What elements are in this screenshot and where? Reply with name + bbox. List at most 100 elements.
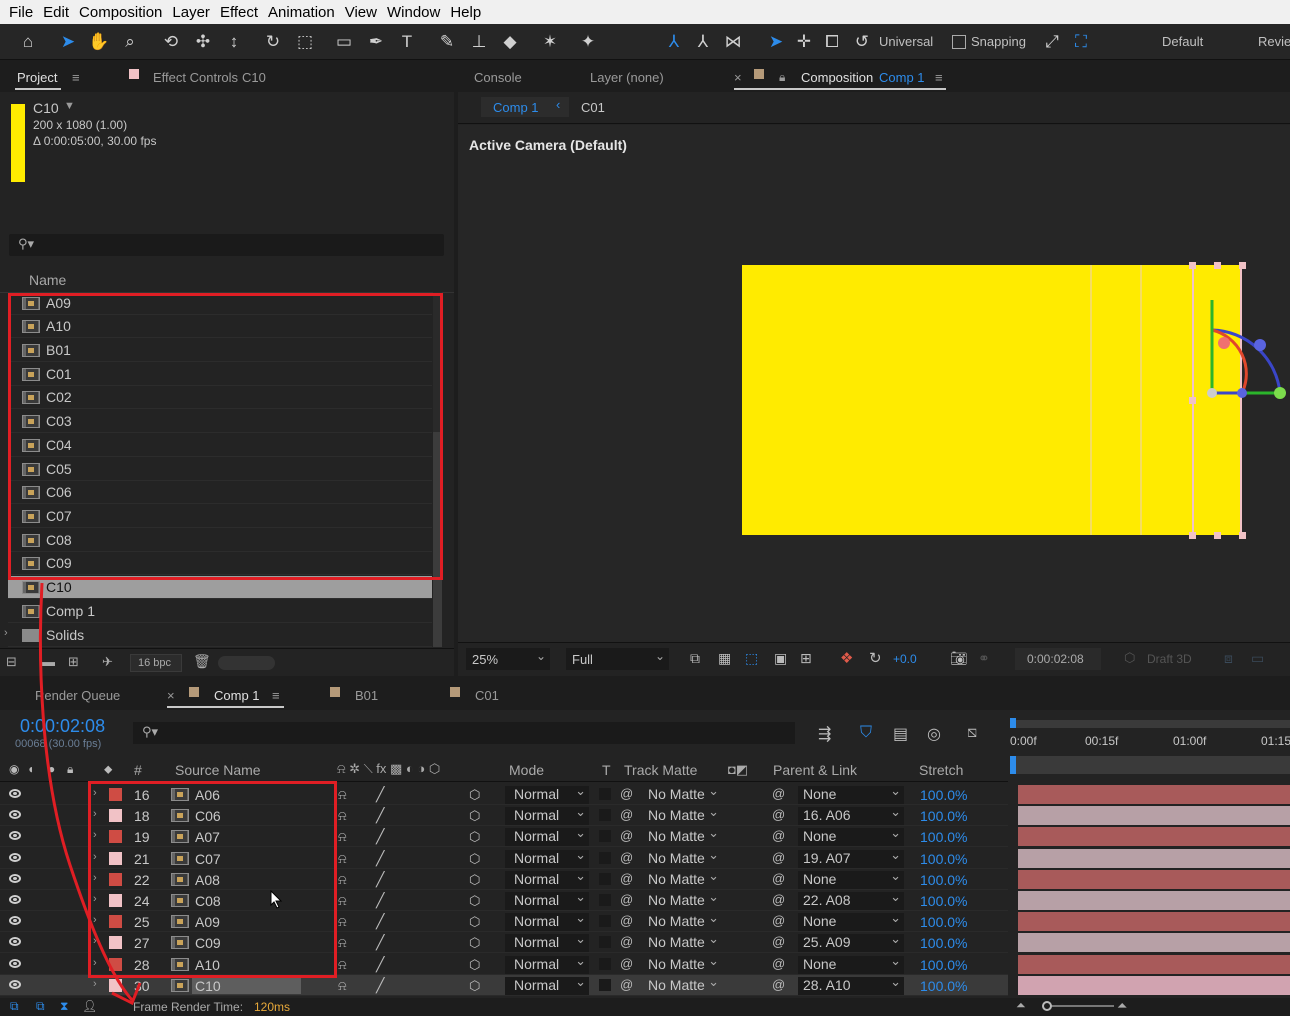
tab-effect-controls[interactable]: Effect Controls xyxy=(153,70,238,85)
tab-c01[interactable]: C01 xyxy=(475,688,499,703)
3d-layer-icon[interactable]: ⬡ xyxy=(469,957,480,973)
matte-pickwhip-icon[interactable]: @ xyxy=(620,977,633,992)
preserve-transparency-toggle[interactable] xyxy=(599,830,611,843)
stretch-value[interactable]: 100.0% xyxy=(920,808,967,824)
mode-dropdown[interactable]: Normal xyxy=(505,889,589,910)
mode-dropdown[interactable]: Normal xyxy=(505,868,589,889)
eye-icon[interactable] xyxy=(9,895,21,904)
lock-icon[interactable]: 🔒︎ xyxy=(779,70,785,85)
pan-behind-icon[interactable]: ⬚ xyxy=(293,30,317,54)
parent-pickwhip-icon[interactable]: @ xyxy=(772,807,785,822)
brush-tool-icon[interactable]: ✎ xyxy=(435,30,459,54)
parent-dropdown[interactable]: None xyxy=(798,868,904,889)
stretch-value[interactable]: 100.0% xyxy=(920,935,967,951)
eraser-tool-icon[interactable]: ◆ xyxy=(498,30,522,54)
stretch-value[interactable]: 100.0% xyxy=(920,957,967,973)
quality-switch-icon[interactable]: ╱ xyxy=(376,956,384,973)
matte-pickwhip-icon[interactable]: @ xyxy=(620,913,633,928)
preserve-transparency-toggle[interactable] xyxy=(599,957,611,970)
rotate-tool-icon[interactable]: ↻ xyxy=(261,30,285,54)
3d-layer-icon[interactable]: ⬡ xyxy=(469,872,480,888)
show-snapshot-icon[interactable]: ⚭ xyxy=(978,650,990,667)
eye-icon[interactable] xyxy=(9,979,21,989)
matte-pickwhip-icon[interactable]: @ xyxy=(620,850,633,865)
menu-layer[interactable]: Layer xyxy=(167,4,215,21)
chevron-right-icon[interactable]: › xyxy=(4,627,8,639)
shy-switch-icon[interactable]: ⍾ xyxy=(338,851,347,867)
mode-dropdown[interactable]: Normal xyxy=(505,931,589,953)
parent-dropdown[interactable]: None xyxy=(798,953,904,974)
parent-pickwhip-icon[interactable]: @ xyxy=(772,828,785,843)
composition-mini-flowchart-icon[interactable]: ⇶ xyxy=(818,724,831,744)
shy-switch-icon[interactable]: ⍾ xyxy=(338,978,347,994)
timeline-search-input[interactable]: ⚲▾ xyxy=(133,722,795,744)
parent-dropdown[interactable]: None xyxy=(798,910,904,932)
draft-3d-icon[interactable]: ⛉ xyxy=(860,724,872,742)
quality-switch-icon[interactable]: ╱ xyxy=(376,892,384,909)
preserve-transparency-toggle[interactable] xyxy=(599,851,611,864)
bounds-handle[interactable] xyxy=(1189,262,1196,269)
zoom-in-icon[interactable]: ⏶ xyxy=(1117,998,1127,1014)
shy-switch-icon[interactable]: ⍾ xyxy=(338,872,347,888)
menu-window[interactable]: Window xyxy=(382,4,445,21)
tab-composition[interactable]: Composition xyxy=(801,70,873,85)
thumbnail-slider[interactable] xyxy=(218,656,275,670)
matte-pickwhip-icon[interactable]: @ xyxy=(620,871,633,886)
parent-pickwhip-icon[interactable]: @ xyxy=(772,934,785,949)
hand-tool-icon[interactable]: ✋ xyxy=(87,30,111,54)
transparency-grid-icon[interactable]: ▦ xyxy=(718,650,731,667)
menu-icon[interactable]: ≡ xyxy=(935,70,943,85)
menu-animation[interactable]: Animation xyxy=(263,4,340,21)
grid-guides-icon[interactable]: ⊞ xyxy=(800,650,812,667)
3d-layer-icon[interactable]: ⬡ xyxy=(469,808,480,824)
zoom-slider[interactable] xyxy=(1044,1005,1114,1007)
parent-dropdown[interactable]: 22. A08 xyxy=(798,889,904,910)
column-track-matte[interactable]: Track Matte xyxy=(624,762,697,778)
stretch-value[interactable]: 100.0% xyxy=(920,978,967,994)
track-matte-dropdown[interactable]: No Matte xyxy=(644,953,722,974)
parent-pickwhip-icon[interactable]: @ xyxy=(772,850,785,865)
track-matte-dropdown[interactable]: No Matte xyxy=(644,931,722,952)
bounds-handle[interactable] xyxy=(1214,262,1221,269)
roto-brush-icon[interactable]: ✶ xyxy=(538,30,562,54)
workspace-default[interactable]: Default xyxy=(1162,34,1203,49)
preserve-transparency-toggle[interactable] xyxy=(599,872,611,885)
frame-blending-icon[interactable]: ▤ xyxy=(893,724,908,744)
scale-icon[interactable]: ⧠ xyxy=(820,30,844,54)
preserve-transparency-toggle[interactable] xyxy=(599,894,611,906)
resolution-dropdown[interactable]: Full xyxy=(566,648,669,670)
parent-dropdown[interactable]: 25. A09 xyxy=(798,931,904,953)
zoom-tool-icon[interactable]: ⌕ xyxy=(118,30,142,54)
tab-layer[interactable]: Layer (none) xyxy=(590,70,664,85)
close-icon[interactable]: × xyxy=(167,688,175,703)
parent-pickwhip-icon[interactable]: @ xyxy=(772,977,785,992)
mode-dropdown[interactable]: Normal xyxy=(505,974,589,995)
parent-pickwhip-icon[interactable]: @ xyxy=(772,871,785,886)
toggle-switches-icon[interactable]: ⧉ xyxy=(10,999,19,1014)
eye-header-icon[interactable]: ◉ xyxy=(9,762,19,776)
eye-icon[interactable] xyxy=(9,916,21,926)
channels-icon[interactable]: ❖ xyxy=(840,649,853,667)
layer-duration-bar[interactable] xyxy=(1018,975,1290,995)
parent-dropdown[interactable]: 19. A07 xyxy=(798,847,904,868)
viewer[interactable]: Active Camera (Default) xyxy=(458,125,1290,642)
quality-switch-icon[interactable]: ╱ xyxy=(376,786,384,803)
home-icon[interactable]: ⌂ xyxy=(16,30,40,54)
matte-pickwhip-icon[interactable]: @ xyxy=(620,786,633,801)
matte-pickwhip-icon[interactable]: @ xyxy=(620,807,633,822)
3d-layer-icon[interactable]: ⬡ xyxy=(469,914,480,930)
3d-layer-icon[interactable]: ⬡ xyxy=(469,978,480,994)
shy-switch-icon[interactable]: ⍾ xyxy=(338,808,347,824)
timecode-field[interactable]: 0:00:02:08 xyxy=(1015,648,1101,670)
timeline-nav-bar[interactable] xyxy=(1010,756,1290,774)
mask-visibility-icon[interactable]: ⬚ xyxy=(745,650,758,667)
quality-switch-icon[interactable]: ╱ xyxy=(376,871,384,888)
chevron-down-icon[interactable]: ▼ xyxy=(64,100,75,112)
universal-select-icon[interactable]: ➤ xyxy=(764,30,788,54)
selection-tool-icon[interactable]: ➤ xyxy=(56,30,80,54)
column-t[interactable]: T xyxy=(602,762,611,778)
eye-icon[interactable] xyxy=(9,873,21,883)
parent-pickwhip-icon[interactable]: @ xyxy=(772,956,785,971)
parent-pickwhip-icon[interactable]: @ xyxy=(772,786,785,801)
extended-viewer-icon[interactable]: ⛶ xyxy=(1069,30,1093,54)
